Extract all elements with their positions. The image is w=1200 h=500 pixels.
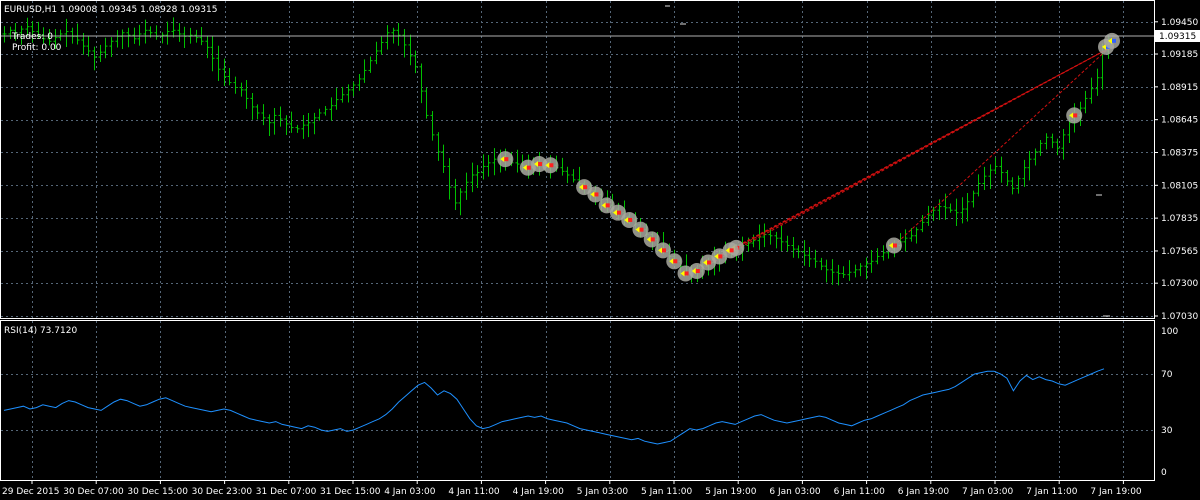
time-tick-label: 4 Jan 11:00 bbox=[448, 487, 500, 497]
symbol-header: EURUSD,H1 1.09008 1.09345 1.08928 1.0931… bbox=[4, 5, 217, 15]
time-tick-label: 31 Dec 07:00 bbox=[256, 487, 317, 497]
trades-text: Trades: 0 bbox=[11, 32, 53, 42]
time-tick-label: 30 Dec 15:00 bbox=[127, 487, 188, 497]
time-tick-label: 29 Dec 2015 bbox=[2, 487, 60, 497]
time-tick-label: 30 Dec 23:00 bbox=[192, 487, 253, 497]
trade-point bbox=[549, 163, 554, 168]
trade-point bbox=[639, 227, 644, 232]
time-tick-label: 31 Dec 15:00 bbox=[320, 487, 381, 497]
time-tick-label: 30 Dec 07:00 bbox=[63, 487, 124, 497]
price-tick-label: 1.07300 bbox=[1161, 279, 1198, 289]
chart-background bbox=[0, 0, 1200, 500]
rsi-tick-label: 0 bbox=[1161, 468, 1167, 478]
trade-point bbox=[583, 185, 588, 190]
time-tick-label: 7 Jan 03:00 bbox=[962, 487, 1014, 497]
price-tick-label: 1.09185 bbox=[1161, 50, 1198, 60]
trade-point bbox=[605, 203, 610, 208]
trade-point bbox=[695, 269, 700, 274]
time-tick-label: 5 Jan 11:00 bbox=[641, 487, 693, 497]
price-tick-label: 1.07565 bbox=[1161, 247, 1198, 257]
trade-point bbox=[616, 210, 621, 215]
time-tick-label: 4 Jan 03:00 bbox=[384, 487, 436, 497]
time-tick-label: 6 Jan 11:00 bbox=[834, 487, 886, 497]
trade-point bbox=[892, 243, 897, 248]
trade-point bbox=[628, 217, 633, 222]
trade-point bbox=[662, 248, 667, 253]
time-tick-label: 7 Jan 11:00 bbox=[1026, 487, 1078, 497]
profit-text: Profit: 0.00 bbox=[12, 43, 62, 53]
price-tick-label: 1.07835 bbox=[1161, 214, 1198, 224]
trade-point bbox=[1073, 113, 1078, 118]
price-tick-label: 1.08915 bbox=[1161, 83, 1198, 93]
trade-point bbox=[684, 271, 689, 276]
trade-point bbox=[718, 254, 723, 259]
trade-point bbox=[729, 248, 734, 253]
price-tick-label: 1.08105 bbox=[1161, 181, 1198, 191]
trade-point bbox=[504, 157, 509, 162]
trade-point bbox=[538, 162, 543, 167]
trade-point bbox=[594, 192, 599, 197]
rsi-tick-label: 70 bbox=[1161, 370, 1173, 380]
trade-point bbox=[707, 260, 712, 265]
price-tick-label: 1.09450 bbox=[1161, 18, 1198, 28]
time-tick-label: 5 Jan 19:00 bbox=[705, 487, 757, 497]
rsi-tick-label: 30 bbox=[1161, 426, 1173, 436]
trade-point bbox=[673, 259, 678, 264]
time-tick-label: 7 Jan 19:00 bbox=[1090, 487, 1142, 497]
chart-canvas[interactable]: 1.09450 1.09185 1.08915 1.08645 1.08375 1.081… bbox=[0, 0, 1200, 500]
trade-point bbox=[1112, 38, 1116, 43]
time-tick-label: 5 Jan 03:00 bbox=[577, 487, 629, 497]
price-tick-label: 1.07030 bbox=[1161, 312, 1198, 322]
current-price-label: 1.09315 bbox=[1159, 32, 1196, 42]
time-tick-label: 6 Jan 19:00 bbox=[898, 487, 950, 497]
rsi-tick-label: 100 bbox=[1161, 327, 1178, 337]
trade-point bbox=[526, 165, 531, 170]
time-tick-label: 6 Jan 03:00 bbox=[769, 487, 821, 497]
rsi-title: RSI(14) 73.7120 bbox=[4, 326, 77, 336]
trade-point bbox=[650, 237, 655, 242]
price-tick-label: 1.08645 bbox=[1161, 116, 1198, 126]
time-tick-label: 4 Jan 19:00 bbox=[513, 487, 565, 497]
price-tick-label: 1.08375 bbox=[1161, 148, 1198, 158]
